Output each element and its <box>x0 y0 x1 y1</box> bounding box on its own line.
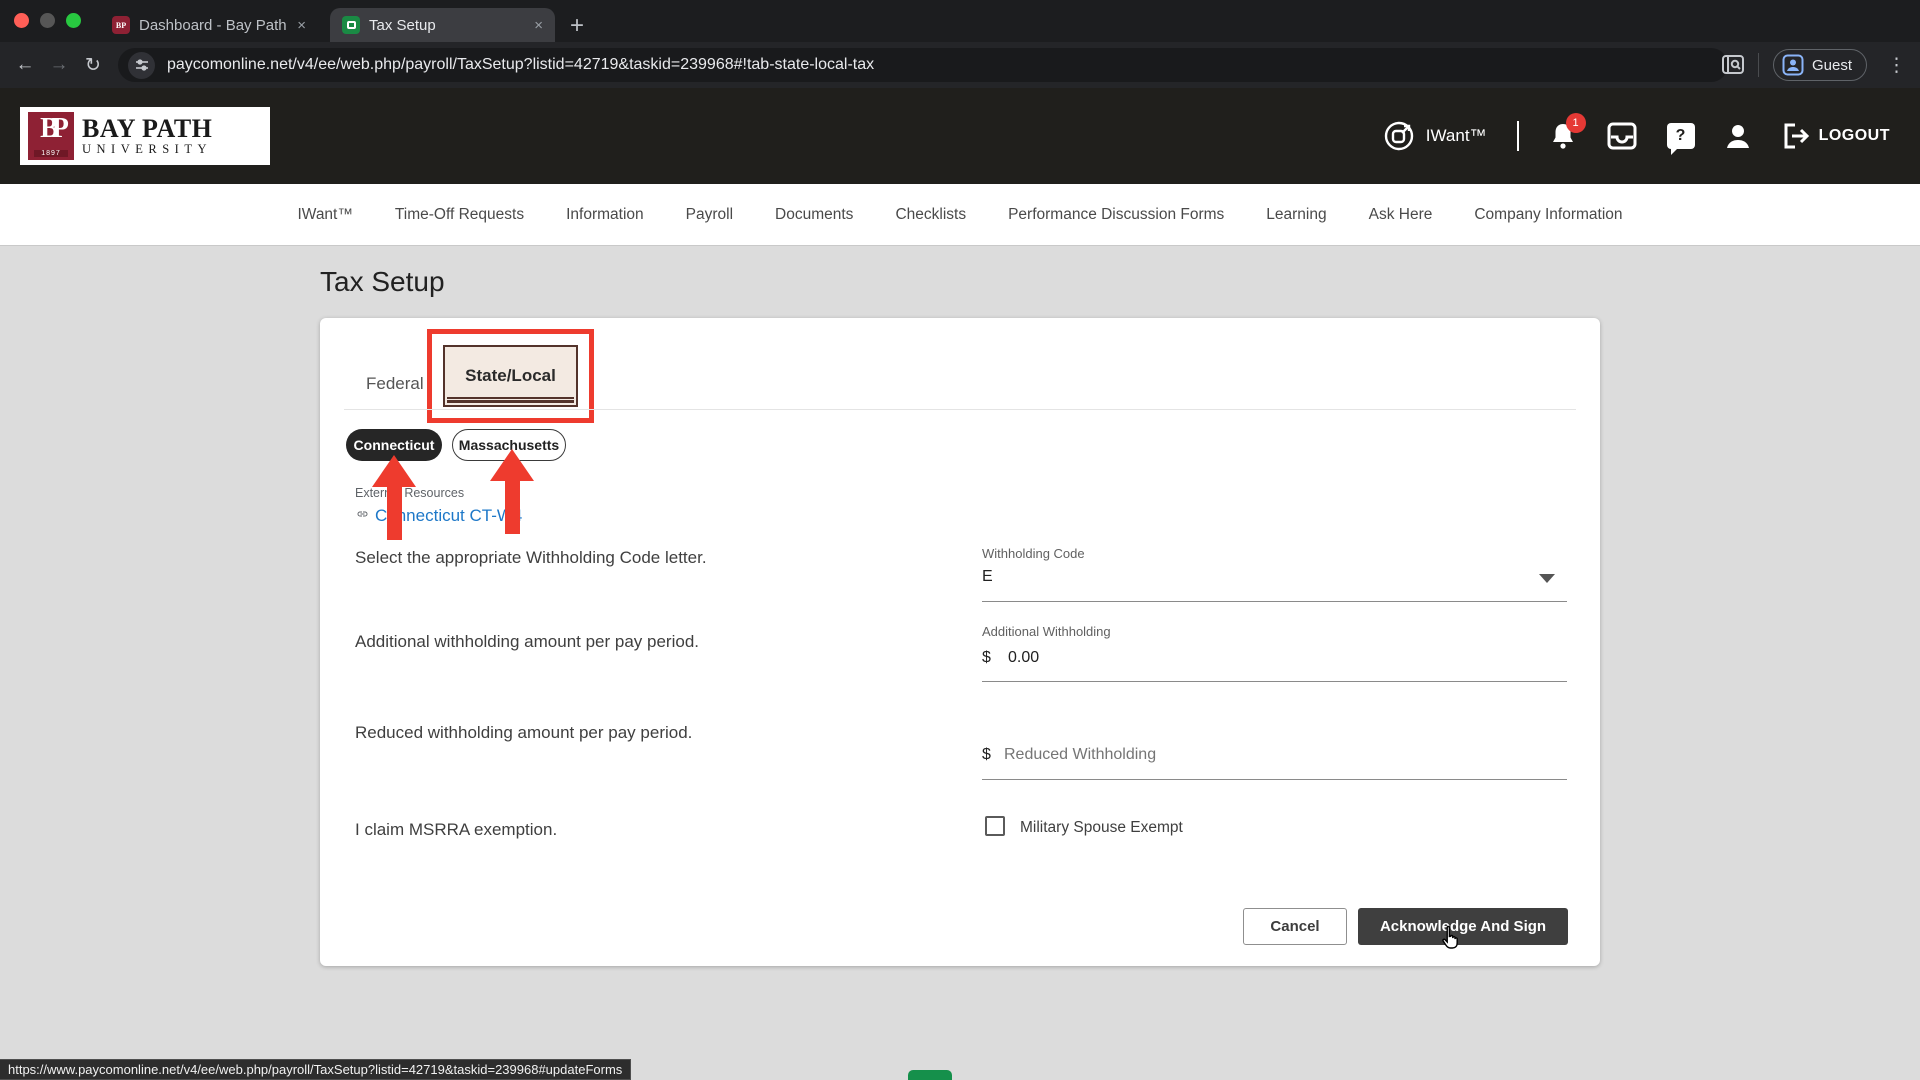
search-tabs-icon[interactable] <box>1722 55 1744 75</box>
forward-icon[interactable]: → <box>42 54 76 76</box>
inbox-button[interactable] <box>1607 122 1637 150</box>
inbox-tray-icon <box>1607 122 1637 150</box>
url-text: paycomonline.net/v4/ee/web.php/payroll/T… <box>167 56 874 74</box>
nav-item-documents[interactable]: Documents <box>775 206 853 224</box>
site-settings-icon[interactable] <box>128 52 155 79</box>
browser-tab-dashboard[interactable]: BP Dashboard - Bay Path Univers × <box>100 8 318 42</box>
close-tab-icon[interactable]: × <box>534 17 543 34</box>
browser-chrome: BP Dashboard - Bay Path Univers × Tax Se… <box>0 0 1920 88</box>
nav-item-company-information[interactable]: Company Information <box>1474 206 1622 224</box>
baypath-favicon: BP <box>112 16 130 34</box>
logout-label: LOGOUT <box>1819 127 1890 145</box>
annotation-arrow-connecticut <box>372 455 416 540</box>
reduced-withholding-input[interactable]: Reduced Withholding <box>1004 746 1156 764</box>
iwant-button[interactable]: IWant™ <box>1382 119 1487 153</box>
profile-button[interactable] <box>1725 122 1751 150</box>
logo-line1: BAY PATH <box>82 116 212 142</box>
notification-badge: 1 <box>1566 113 1586 133</box>
help-question-icon: ? <box>1676 127 1686 145</box>
nav-item-checklists[interactable]: Checklists <box>895 206 966 224</box>
app-header: BP 1897 BAY PATH UNIVERSITY IWant™ 1 <box>0 88 1920 184</box>
baypath-logo[interactable]: BP 1897 BAY PATH UNIVERSITY <box>20 107 270 165</box>
tab-federal[interactable]: Federal <box>366 374 424 394</box>
additional-withholding-field-label: Additional Withholding <box>982 624 1111 639</box>
tab-state-local[interactable]: State/Local <box>443 345 578 407</box>
baypath-shield-icon: BP 1897 <box>28 112 74 160</box>
header-separator <box>1517 121 1519 151</box>
tax-setup-card: Federal State/Local Connecticut Massachu… <box>320 318 1600 966</box>
close-window-button[interactable] <box>14 13 29 28</box>
logo-line2: UNIVERSITY <box>82 142 212 157</box>
additional-withholding-input[interactable]: 0.00 <box>1008 649 1039 667</box>
status-bar-url: https://www.paycomonline.net/v4/ee/web.p… <box>0 1059 631 1080</box>
nav-item-payroll[interactable]: Payroll <box>686 206 733 224</box>
dollar-prefix: $ <box>982 649 991 667</box>
tab-title: Tax Setup <box>369 17 525 34</box>
logout-button[interactable]: LOGOUT <box>1781 122 1890 150</box>
iwant-label: IWant™ <box>1426 126 1487 146</box>
msrra-question: I claim MSRRA exemption. <box>355 820 955 840</box>
tab-title: Dashboard - Bay Path Univers <box>139 17 288 34</box>
nav-item-performance-discussion-forms[interactable]: Performance Discussion Forms <box>1008 206 1224 224</box>
browser-menu-icon[interactable]: ⋮ <box>1881 54 1912 77</box>
screen: BP Dashboard - Bay Path Univers × Tax Se… <box>0 0 1920 1080</box>
header-actions: IWant™ 1 ? LOGOUT <box>1382 88 1890 184</box>
nav-item-time-off-requests[interactable]: Time-Off Requests <box>395 206 524 224</box>
nav-item-ask-here[interactable]: Ask Here <box>1369 206 1433 224</box>
annotation-arrow-massachusetts <box>490 449 534 534</box>
address-bar[interactable]: paycomonline.net/v4/ee/web.php/payroll/T… <box>118 48 1728 82</box>
page-title: Tax Setup <box>320 266 445 298</box>
guest-label: Guest <box>1812 57 1852 74</box>
tabs-divider <box>344 409 1576 410</box>
iwant-icon <box>1382 119 1416 153</box>
notifications-button[interactable]: 1 <box>1549 121 1577 151</box>
military-spouse-exempt-label: Military Spouse Exempt <box>1020 819 1183 837</box>
chevron-down-icon[interactable] <box>1539 574 1555 583</box>
new-tab-button[interactable]: + <box>570 12 584 40</box>
close-tab-icon[interactable]: × <box>297 17 306 34</box>
nav-item-iwant[interactable]: IWant™ <box>297 206 352 224</box>
logout-icon <box>1781 122 1811 150</box>
back-icon[interactable]: ← <box>8 54 42 76</box>
site-nav: IWant™ Time-Off Requests Information Pay… <box>0 184 1920 246</box>
browser-tab-tax-setup[interactable]: Tax Setup × <box>330 8 555 42</box>
guest-profile-button[interactable]: Guest <box>1773 49 1867 81</box>
browser-toolbar: ← → ↻ paycomonline.net/v4/ee/web.php/pay… <box>0 42 1920 88</box>
cancel-button[interactable]: Cancel <box>1243 908 1347 945</box>
toolbar-right: Guest ⋮ <box>1722 42 1912 88</box>
mouse-cursor-icon <box>1438 924 1464 954</box>
toolbar-separator <box>1758 53 1759 77</box>
paycom-favicon <box>342 16 360 34</box>
dollar-prefix: $ <box>982 746 991 764</box>
link-icon <box>355 508 370 520</box>
nav-item-information[interactable]: Information <box>566 206 644 224</box>
nav-item-learning[interactable]: Learning <box>1266 206 1326 224</box>
zoom-window-button[interactable] <box>66 13 81 28</box>
withholding-code-question: Select the appropriate Withholding Code … <box>355 548 955 568</box>
withholding-code-field-label: Withholding Code <box>982 546 1085 561</box>
paycom-green-logo-peek <box>908 1070 952 1080</box>
withholding-code-select[interactable]: E <box>982 568 993 586</box>
minimize-window-button[interactable] <box>40 13 55 28</box>
reload-icon[interactable]: ↻ <box>76 54 110 77</box>
active-tab-indicator <box>447 397 574 403</box>
window-controls <box>14 13 81 28</box>
reduced-withholding-question: Reduced withholding amount per pay perio… <box>355 723 955 743</box>
help-button[interactable]: ? <box>1667 123 1695 149</box>
additional-withholding-question: Additional withholding amount per pay pe… <box>355 632 955 652</box>
person-icon <box>1725 122 1751 150</box>
guest-avatar-icon <box>1782 54 1804 76</box>
military-spouse-exempt-checkbox[interactable] <box>985 816 1005 836</box>
